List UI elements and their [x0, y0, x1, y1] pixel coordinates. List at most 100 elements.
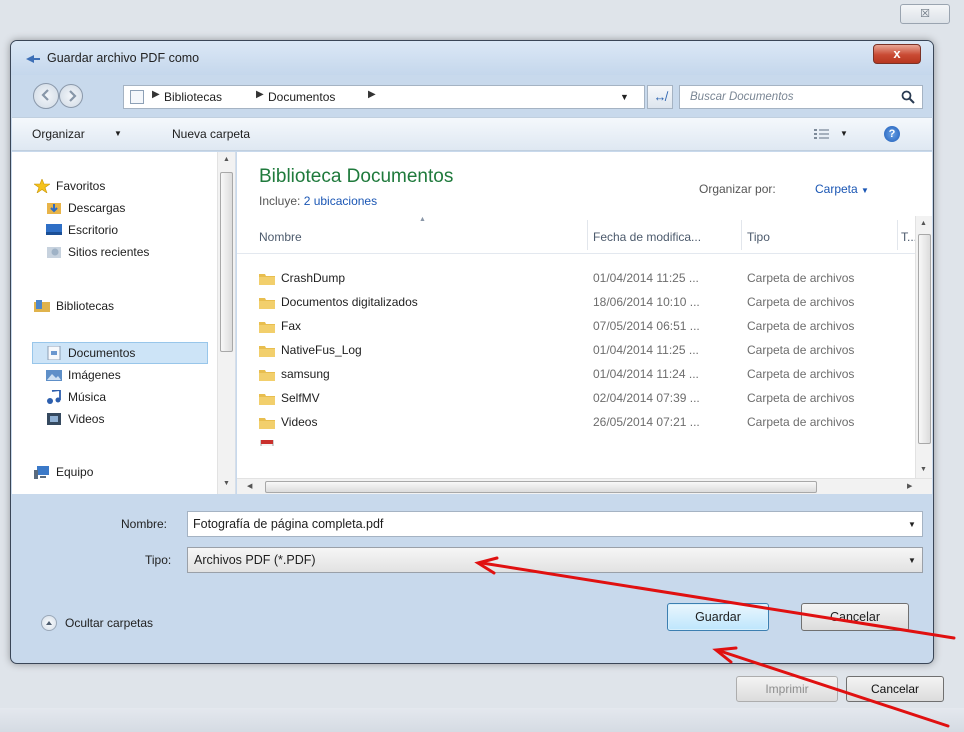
file-row-partial[interactable] [237, 434, 913, 446]
forward-button[interactable] [59, 84, 83, 108]
videos-icon [47, 413, 61, 425]
breadcrumb-separator-icon[interactable]: ▶ [256, 89, 264, 100]
chevron-down-icon[interactable]: ▼ [908, 520, 916, 529]
command-toolbar: Organizar ▼ Nueva carpeta ▼ ? [12, 117, 932, 151]
file-type-select[interactable]: Archivos PDF (*.PDF) ▼ [187, 547, 923, 573]
help-icon[interactable]: ? [884, 126, 900, 142]
nav-item-label: Bibliotecas [56, 299, 115, 313]
folder-icon [259, 418, 275, 429]
scroll-down-icon[interactable]: ▼ [920, 466, 927, 473]
scroll-up-icon[interactable]: ▲ [920, 220, 927, 227]
nav-scrollbar[interactable]: ▲ ▼ [217, 152, 235, 494]
nav-item-label: Equipo [56, 465, 94, 479]
dialog-title: Guardar archivo PDF como [47, 51, 200, 65]
file-name: NativeFus_Log [281, 343, 362, 357]
breadcrumb-separator-icon[interactable]: ▶ [152, 89, 160, 100]
scroll-left-icon[interactable]: ◀ [247, 482, 252, 490]
pictures-icon [46, 370, 62, 381]
search-box[interactable] [679, 85, 923, 109]
nav-item-label: Documentos [68, 346, 136, 360]
file-row[interactable]: Documentos digitalizados 18/06/2014 10:1… [237, 290, 913, 314]
arrange-by-label: Organizar por: [699, 182, 776, 196]
address-bar[interactable]: ▶ Bibliotecas ▶ Documentos ▶ ▼ [123, 85, 645, 109]
breadcrumb-separator-icon[interactable]: ▶ [368, 89, 376, 100]
file-date: 07/05/2014 06:51 ... [593, 319, 700, 333]
refresh-button[interactable]: ↮ [647, 85, 673, 109]
search-icon[interactable] [900, 89, 916, 105]
scroll-down-icon[interactable]: ▼ [223, 480, 230, 487]
file-name: Documentos digitalizados [281, 295, 418, 309]
file-name-label: Nombre: [121, 517, 168, 531]
file-date: 02/04/2014 07:39 ... [593, 391, 700, 405]
scroll-right-icon[interactable]: ▶ [907, 482, 912, 490]
parent-close-button[interactable]: ☒ [900, 4, 950, 24]
parent-cancel-button[interactable]: Cancelar [846, 676, 944, 702]
file-name-input[interactable] [188, 512, 888, 536]
file-row[interactable]: CrashDump 01/04/2014 11:25 ... Carpeta d… [237, 266, 913, 290]
column-divider[interactable] [741, 220, 742, 250]
organize-menu-button[interactable]: Organizar [32, 127, 85, 141]
sort-ascending-icon: ▲ [419, 216, 426, 223]
cancel-button[interactable]: Cancelar [801, 603, 909, 631]
music-icon [47, 390, 61, 404]
nav-item-label: Música [68, 390, 107, 404]
hscrollbar-thumb[interactable] [265, 481, 817, 493]
pdf-app-icon [26, 55, 40, 63]
navigation-pane: Favoritos Descargas Escritorio Sitios re… [12, 152, 236, 494]
new-folder-button[interactable]: Nueva carpeta [172, 127, 250, 141]
breadcrumb-documentos[interactable]: Documentos [268, 90, 335, 104]
close-button[interactable]: x [873, 44, 921, 64]
chevron-down-icon[interactable]: ▼ [840, 129, 848, 138]
back-button[interactable] [33, 83, 59, 109]
star-icon [34, 179, 50, 193]
libraries-icon [34, 300, 50, 312]
save-as-dialog: Guardar archivo PDF como x ▶ Bibliotecas… [10, 40, 934, 664]
file-date: 26/05/2014 07:21 ... [593, 415, 700, 429]
library-includes: Incluye: 2 ubicaciones [259, 194, 377, 208]
file-row[interactable]: Videos 26/05/2014 07:21 ... Carpeta de a… [237, 410, 913, 434]
desktop-icon [46, 224, 62, 235]
save-button[interactable]: Guardar [667, 603, 769, 631]
file-row[interactable]: samsung 01/04/2014 11:24 ... Carpeta de … [237, 362, 913, 386]
file-date: 01/04/2014 11:25 ... [593, 343, 699, 357]
column-header-date[interactable]: Fecha de modifica... [593, 230, 701, 244]
scroll-up-icon[interactable]: ▲ [223, 156, 230, 163]
folder-icon [259, 322, 275, 333]
scrollbar-thumb[interactable] [918, 234, 931, 444]
column-divider[interactable] [897, 220, 898, 250]
pdf-file-icon [260, 440, 274, 446]
breadcrumb-bibliotecas[interactable]: Bibliotecas [164, 90, 222, 104]
nav-item-label: Descargas [68, 201, 126, 215]
file-name: SelfMV [281, 391, 320, 405]
file-date: 18/06/2014 10:10 ... [593, 295, 700, 309]
arrange-by-dropdown[interactable]: Carpeta ▼ [815, 182, 869, 196]
computer-icon [34, 466, 49, 479]
scrollbar-thumb[interactable] [220, 172, 233, 352]
documents-icon [47, 346, 61, 360]
file-type: Carpeta de archivos [747, 367, 855, 381]
file-row[interactable]: SelfMV 02/04/2014 07:39 ... Carpeta de a… [237, 386, 913, 410]
file-type: Carpeta de archivos [747, 295, 855, 309]
view-options-icon[interactable] [814, 128, 830, 140]
nav-item-label: Imágenes [68, 368, 121, 382]
column-header-type[interactable]: Tipo [747, 230, 770, 244]
chevron-down-icon[interactable]: ▼ [114, 129, 122, 138]
file-row[interactable]: Fax 07/05/2014 06:51 ... Carpeta de arch… [237, 314, 913, 338]
folder-icon [259, 298, 275, 309]
nav-item-label: Videos [68, 412, 105, 426]
file-name-combobox[interactable]: ▼ [187, 511, 923, 537]
locations-link[interactable]: 2 ubicaciones [304, 194, 377, 208]
column-header-name[interactable]: Nombre [259, 230, 302, 244]
chevron-down-icon[interactable]: ▼ [620, 92, 629, 102]
file-name: Videos [281, 415, 318, 429]
title-bar[interactable]: Guardar archivo PDF como x [11, 41, 933, 75]
chevron-down-icon[interactable]: ▼ [908, 556, 916, 565]
file-list-hscrollbar[interactable]: ◀ ▶ [237, 478, 932, 494]
file-type-value: Archivos PDF (*.PDF) [194, 553, 316, 567]
library-title: Biblioteca Documentos [259, 166, 454, 187]
file-list-scrollbar[interactable]: ▲ ▼ [915, 216, 932, 478]
search-input[interactable] [680, 86, 894, 108]
file-date: 01/04/2014 11:25 ... [593, 271, 699, 285]
file-row[interactable]: NativeFus_Log 01/04/2014 11:25 ... Carpe… [237, 338, 913, 362]
column-divider[interactable] [587, 220, 588, 250]
